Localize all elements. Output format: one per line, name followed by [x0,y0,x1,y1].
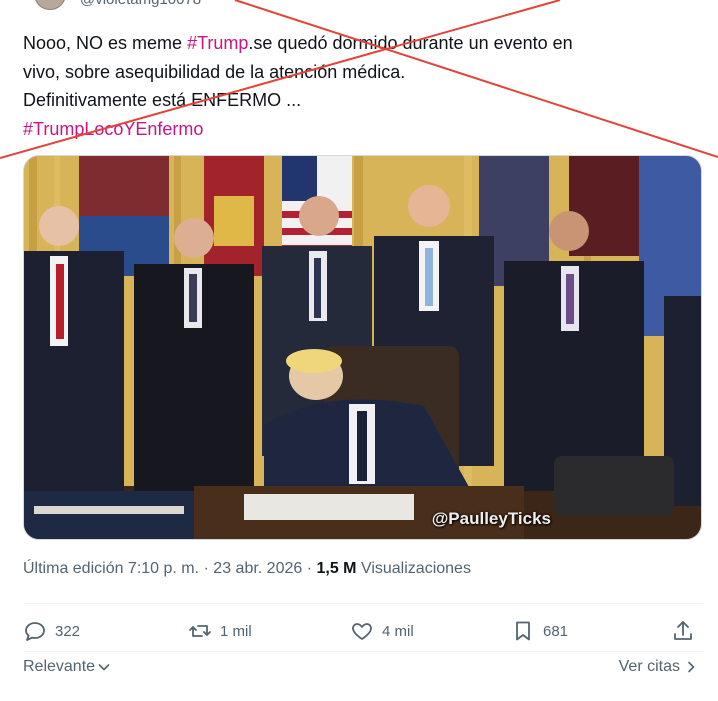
tweet-text-part: Nooo, NO es meme [23,33,188,53]
tweet-line-1: Nooo, NO es meme #Trump.se quedó dormido… [23,29,695,58]
bookmark-button[interactable]: 681 [511,616,568,646]
bookmark-icon [516,621,530,641]
sort-label: Relevante [23,658,96,675]
tweet-line-4: #TrumpLocoYEnfermo [23,115,695,144]
reply-button[interactable]: 322 [23,616,80,646]
author-handle[interactable]: @violetamg10078 [80,0,201,8]
divider [23,603,703,604]
photo-watermark: @PaulleyTicks [431,509,551,528]
oval-office-photo [24,156,701,539]
repost-button[interactable]: 1 mil [188,616,252,646]
avatar[interactable] [34,0,66,10]
replies-header: Relevante Ver citas [23,658,703,682]
hashtag-trumplocoyenfermo[interactable]: #TrumpLocoYEnfermo [23,119,203,139]
divider [23,651,703,652]
tweet-text-part: .se quedó dormido durante un evento en [248,33,573,53]
like-button[interactable]: 4 mil [350,616,414,646]
tweet-meta: Última edición 7:10 p. m. · 23 abr. 2026… [23,560,471,578]
tweet-line-2: vivo, sobre asequibilidad de la atención… [23,61,406,82]
hashtag-trump[interactable]: #Trump [187,33,248,53]
tweet-line-3: Definitivamente está ENFERMO ... [23,90,302,110]
like-count: 4 mil [382,622,414,640]
like-icon [352,623,372,640]
chevron-down-icon [98,664,110,671]
sort-dropdown[interactable]: Relevante [23,658,111,676]
reply-icon [25,622,45,641]
views-label: Visualizaciones [356,560,471,577]
view-quotes-link[interactable]: Ver citas [619,658,698,676]
tweet-text: Nooo, NO es meme #Trump.se quedó dormido… [23,29,695,143]
edited-timestamp[interactable]: Última edición 7:10 p. m. · 23 abr. 2026… [23,560,316,577]
tweet-photo[interactable]: @PaulleyTicks [23,155,702,540]
action-bar: 322 1 mil 4 mil 681 [23,616,703,646]
reply-count: 322 [55,622,81,640]
person [24,206,124,511]
share-icon [674,621,692,640]
repost-icon [189,625,211,637]
author-header: @violetamg10078 [0,0,718,12]
view-quotes-label: Ver citas [618,658,680,675]
bookmark-count: 681 [543,622,569,640]
repost-count: 1 mil [220,622,252,640]
share-button[interactable] [671,616,703,646]
chevron-right-icon [688,661,695,673]
views-count: 1,5 M [316,560,357,577]
